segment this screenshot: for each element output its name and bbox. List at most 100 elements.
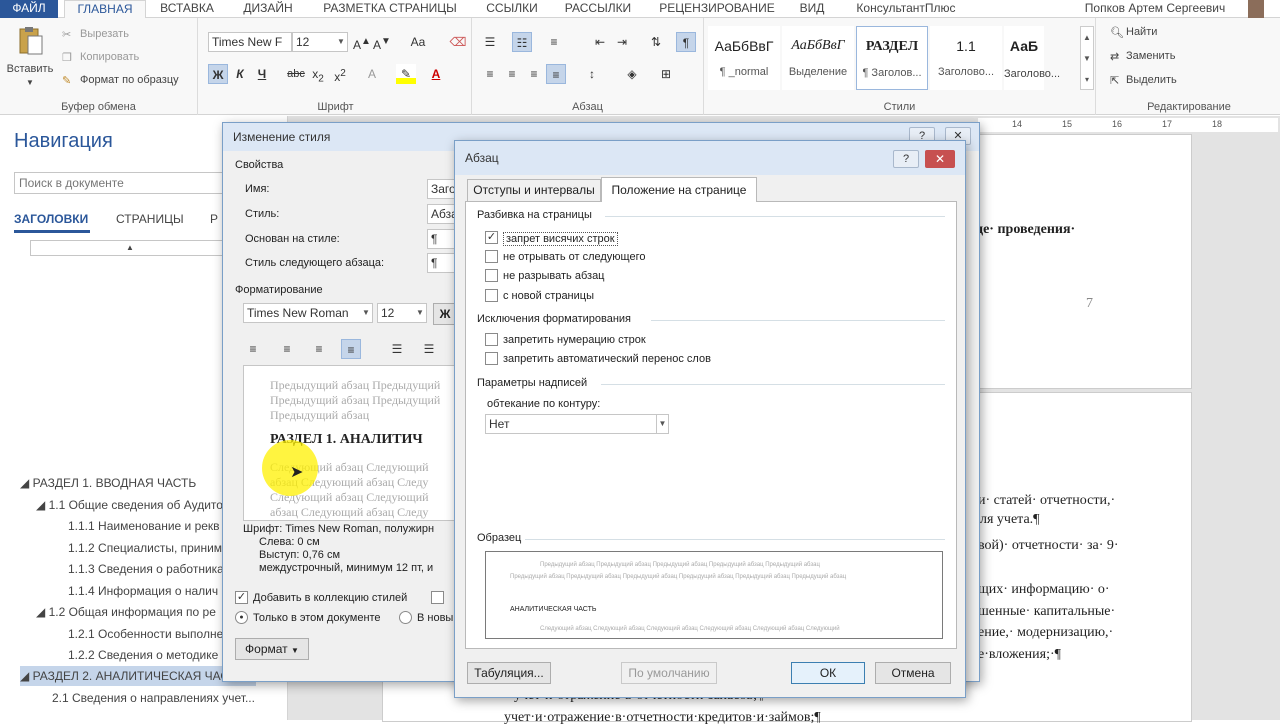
replace-button[interactable]: Заменить: [1126, 50, 1175, 62]
nav-search-input[interactable]: Поиск в документе: [14, 172, 224, 194]
only-this-doc-radio[interactable]: ●: [235, 611, 248, 624]
paste-icon[interactable]: [16, 26, 44, 56]
tab-mailings[interactable]: РАССЫЛКИ: [556, 0, 640, 18]
align-justify-icon[interactable]: ≡: [546, 64, 566, 84]
cancel-button[interactable]: Отмена: [875, 662, 951, 684]
paragraph-help-button[interactable]: ?: [893, 150, 919, 168]
strikethrough-button[interactable]: abc: [286, 64, 306, 84]
style-single-spacing-icon[interactable]: ☰: [387, 339, 407, 359]
ok-button[interactable]: ОК: [791, 662, 865, 684]
bullets-icon[interactable]: ☰: [480, 32, 500, 52]
clear-format-icon[interactable]: ⌫: [448, 32, 468, 52]
subscript-button[interactable]: x2: [308, 64, 328, 84]
style-font-dropdown-icon[interactable]: ▼: [360, 304, 372, 322]
bold-button[interactable]: Ж: [208, 64, 228, 84]
tab-line-page-breaks[interactable]: Положение на странице: [601, 177, 757, 202]
name-input[interactable]: Загол: [427, 179, 457, 199]
decrease-indent-icon[interactable]: ⇤: [590, 32, 610, 52]
multilevel-list-icon[interactable]: ≡: [544, 32, 564, 52]
shading-icon[interactable]: ◈: [622, 64, 642, 84]
style-font-combo[interactable]: Times New Roman ▼: [243, 303, 373, 323]
text-effects-icon[interactable]: A: [362, 64, 382, 84]
keep-lines-together-checkbox[interactable]: [485, 269, 498, 282]
tab-file[interactable]: ФАЙЛ: [0, 0, 58, 18]
grow-font-icon[interactable]: A▲: [352, 32, 372, 52]
select-button[interactable]: Выделить: [1126, 74, 1177, 86]
copy-button[interactable]: Копировать: [80, 51, 139, 63]
shrink-font-icon[interactable]: A▼: [372, 32, 392, 52]
nav-item[interactable]: ◢ 1.1 Общие сведения об Аудито: [36, 498, 223, 512]
underline-button[interactable]: Ч: [252, 64, 272, 84]
user-name[interactable]: Попков Артем Сергеевич: [1070, 0, 1240, 18]
nav-item-selected[interactable]: ◢ РАЗДЕЛ 2. АНАЛИТИЧЕСКАЯ ЧАСТЬ: [20, 666, 256, 686]
dont-hyphenate-checkbox[interactable]: [485, 352, 498, 365]
style-normal[interactable]: АаБбВвГ ¶ _normal: [708, 26, 780, 90]
widow-control-checkbox[interactable]: ✓: [485, 231, 498, 244]
nav-item[interactable]: 1.1.4 Информация о налич: [68, 584, 218, 598]
nav-tab-results[interactable]: Р: [210, 212, 218, 226]
style-size-combo[interactable]: 12 ▼: [377, 303, 427, 323]
tight-wrap-combo[interactable]: Нет ▼: [485, 414, 669, 434]
paste-dropdown-icon[interactable]: ▼: [26, 78, 34, 87]
font-size-dropdown-icon[interactable]: ▼: [335, 33, 347, 51]
nav-tab-pages[interactable]: СТРАНИЦЫ: [116, 212, 184, 226]
format-button[interactable]: Формат ▼: [235, 638, 309, 660]
tab-home[interactable]: ГЛАВНАЯ: [64, 0, 146, 18]
tab-review[interactable]: РЕЦЕНЗИРОВАНИЕ: [652, 0, 782, 18]
based-on-combo[interactable]: ¶: [427, 229, 457, 249]
tight-wrap-dropdown-icon[interactable]: ▼: [656, 415, 668, 433]
style-type-combo[interactable]: Абза: [427, 204, 457, 224]
nav-scroll-up-icon[interactable]: ▲: [30, 240, 230, 256]
line-spacing-icon[interactable]: ↕: [582, 64, 602, 84]
cut-button[interactable]: Вырезать: [80, 28, 129, 40]
user-avatar[interactable]: [1248, 0, 1264, 18]
paste-button[interactable]: Вставить: [4, 63, 56, 75]
numbering-icon[interactable]: ☷: [512, 32, 532, 52]
tabs-button[interactable]: Табуляция...: [467, 662, 551, 684]
horizontal-ruler[interactable]: 14 15 16 17 18: [978, 118, 1278, 132]
align-center-icon[interactable]: ≡: [502, 64, 522, 84]
font-size-combo[interactable]: 12 ▼: [292, 32, 348, 52]
paragraph-close-button[interactable]: ✕: [925, 150, 955, 168]
highlight-icon[interactable]: ✎: [396, 64, 416, 84]
style-heading2[interactable]: 1.1 Заголово...: [930, 26, 1002, 90]
nav-item[interactable]: ◢ 1.2 Общая информация по ре: [36, 605, 216, 619]
increase-indent-icon[interactable]: ⇥: [612, 32, 632, 52]
style-align-left-icon[interactable]: ≡: [243, 339, 263, 359]
nav-item[interactable]: 1.2.2 Сведения о методике а: [68, 648, 228, 662]
format-painter-button[interactable]: Формат по образцу: [80, 74, 179, 86]
new-docs-radio[interactable]: [399, 611, 412, 624]
superscript-button[interactable]: x2: [330, 64, 350, 84]
italic-button[interactable]: К: [230, 64, 250, 84]
borders-icon[interactable]: ⊞: [656, 64, 676, 84]
nav-item[interactable]: 1.1.1 Наименование и рекв: [68, 519, 220, 533]
style-align-right-icon[interactable]: ≡: [309, 339, 329, 359]
tab-design[interactable]: ДИЗАЙН: [232, 0, 304, 18]
align-left-icon[interactable]: ≡: [480, 64, 500, 84]
style-spacing-icon[interactable]: ☰: [419, 339, 439, 359]
change-case-button[interactable]: Aa: [404, 32, 432, 52]
font-color-icon[interactable]: A: [426, 64, 446, 84]
style-align-justify-icon[interactable]: ≡: [341, 339, 361, 359]
suppress-line-numbers-checkbox[interactable]: [485, 333, 498, 346]
auto-update-checkbox[interactable]: [431, 591, 444, 604]
font-name-combo[interactable]: Times New F: [208, 32, 292, 52]
add-to-gallery-checkbox[interactable]: ✓: [235, 591, 248, 604]
style-emphasis[interactable]: АаБбВвГ Выделение: [782, 26, 854, 90]
style-size-dropdown-icon[interactable]: ▼: [414, 304, 426, 322]
tab-insert[interactable]: ВСТАВКА: [152, 0, 222, 18]
styles-scroll[interactable]: ▲ ▼ ▾: [1080, 26, 1094, 90]
nav-item[interactable]: 1.1.3 Сведения о работника: [68, 562, 224, 576]
tab-view[interactable]: ВИД: [792, 0, 832, 18]
nav-item[interactable]: 1.1.2 Специалисты, приним: [68, 541, 222, 555]
next-style-combo[interactable]: ¶: [427, 253, 457, 273]
sort-icon[interactable]: ⇅: [646, 32, 666, 52]
tab-page-layout[interactable]: РАЗМЕТКА СТРАНИЦЫ: [314, 0, 466, 18]
show-marks-icon[interactable]: ¶: [676, 32, 696, 52]
tab-consultant[interactable]: КонсультантПлюс: [846, 0, 966, 18]
page-break-before-checkbox[interactable]: [485, 289, 498, 302]
style-heading1[interactable]: РАЗДЕЛ ¶ Заголов...: [856, 26, 928, 90]
set-default-button[interactable]: По умолчанию: [621, 662, 717, 684]
style-align-center-icon[interactable]: ≡: [277, 339, 297, 359]
nav-item[interactable]: 2.1 Сведения о направлениях учет...: [52, 691, 255, 705]
